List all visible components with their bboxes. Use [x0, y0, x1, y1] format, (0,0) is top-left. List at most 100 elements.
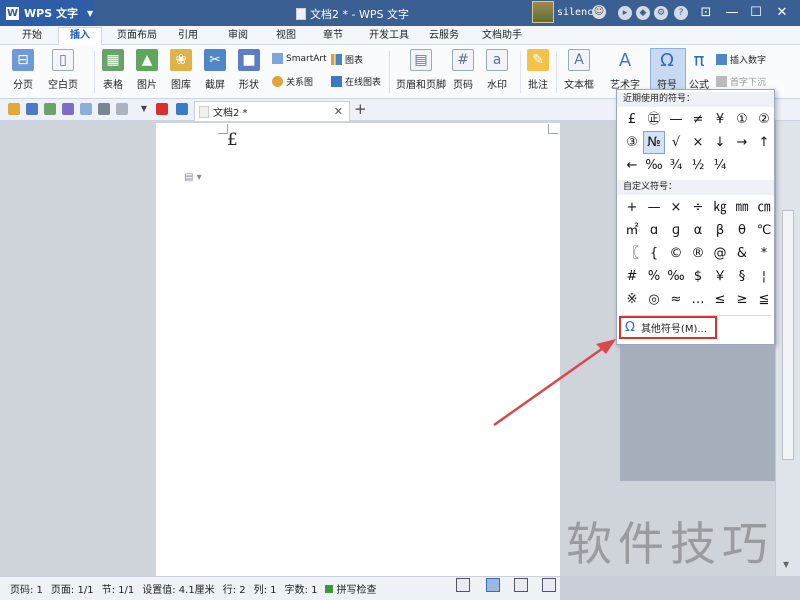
- custom-symbol[interactable]: &: [731, 242, 753, 265]
- fullscreen-view-icon[interactable]: [456, 578, 470, 592]
- recent-symbol[interactable]: №: [643, 131, 665, 154]
- status-column[interactable]: 列: 1: [254, 581, 277, 596]
- custom-symbol[interactable]: β: [709, 219, 731, 242]
- custom-symbol[interactable]: ㎏: [709, 196, 731, 219]
- custom-symbol[interactable]: ㎜: [731, 196, 753, 219]
- paragraph-layout-icon[interactable]: ▤ ▾: [184, 172, 202, 183]
- custom-symbol[interactable]: $: [687, 265, 709, 288]
- custom-symbol[interactable]: ɑ: [643, 219, 665, 242]
- share-icon[interactable]: ◆: [636, 6, 650, 20]
- tab-section[interactable]: 章节: [315, 28, 351, 45]
- table-button[interactable]: ▦ 表格: [102, 49, 124, 91]
- custom-symbol[interactable]: ©: [665, 242, 687, 265]
- symbol-button[interactable]: Ω 符号: [656, 49, 678, 92]
- insert-number-button[interactable]: 插入数字: [716, 53, 766, 66]
- formula-button[interactable]: π 公式: [688, 49, 710, 92]
- screenshot-button[interactable]: ✂ 截屏: [204, 49, 226, 91]
- document-tab[interactable]: 文档2 * ✕: [194, 101, 350, 121]
- custom-symbol[interactable]: ※: [621, 288, 643, 311]
- drop-cap-button[interactable]: 首字下沉: [716, 75, 766, 88]
- maximize-button[interactable]: ☐: [744, 0, 768, 26]
- header-footer-button[interactable]: ▤ 页眉和页脚: [396, 49, 446, 91]
- custom-symbol[interactable]: ≥: [731, 288, 753, 311]
- custom-symbol[interactable]: ɡ: [665, 219, 687, 242]
- recent-symbol[interactable]: ③: [621, 131, 643, 154]
- status-pages[interactable]: 页面: 1/1: [51, 581, 94, 596]
- wps-home-icon[interactable]: [156, 103, 168, 115]
- page-view-icon[interactable]: [486, 578, 500, 592]
- recent-symbol[interactable]: ¼: [709, 154, 731, 177]
- skin-icon[interactable]: ▸: [618, 6, 632, 20]
- recent-symbol[interactable]: ↑: [753, 131, 775, 154]
- recent-symbol[interactable]: ¾: [665, 154, 687, 177]
- status-page-number[interactable]: 页码: 1: [10, 581, 43, 596]
- custom-symbol[interactable]: %: [643, 265, 665, 288]
- redo-icon[interactable]: [116, 103, 128, 115]
- custom-symbol[interactable]: ×: [665, 196, 687, 219]
- custom-symbol[interactable]: ‰: [665, 265, 687, 288]
- custom-symbol[interactable]: ÷: [687, 196, 709, 219]
- text-box-button[interactable]: A 文本框: [564, 49, 594, 91]
- smartart-button[interactable]: SmartArt: [272, 53, 327, 64]
- status-row[interactable]: 行: 2: [223, 581, 246, 596]
- custom-symbol[interactable]: @: [709, 242, 731, 265]
- custom-symbol[interactable]: ≦: [753, 288, 775, 311]
- close-button[interactable]: ✕: [770, 0, 794, 26]
- custom-symbol[interactable]: ≈: [665, 288, 687, 311]
- scroll-down-icon[interactable]: ▼: [783, 560, 789, 569]
- custom-symbol[interactable]: ℃: [753, 219, 775, 242]
- tab-references[interactable]: 引用: [170, 28, 206, 45]
- status-word-count[interactable]: 字数: 1: [285, 581, 318, 596]
- settings-icon[interactable]: ⚙: [654, 6, 668, 20]
- recent-symbol[interactable]: →: [731, 131, 753, 154]
- tab-page-layout[interactable]: 页面布局: [108, 28, 166, 45]
- custom-symbol[interactable]: §: [731, 265, 753, 288]
- print-preview-icon[interactable]: [80, 103, 92, 115]
- recent-symbol[interactable]: ×: [687, 131, 709, 154]
- blank-page-button[interactable]: ▯ 空白页: [48, 49, 78, 91]
- custom-symbol[interactable]: ◎: [643, 288, 665, 311]
- minimize-button[interactable]: —: [720, 0, 744, 26]
- recent-symbol[interactable]: ≠: [687, 108, 709, 131]
- page-break-button[interactable]: ⊟ 分页: [12, 49, 34, 91]
- smile-icon[interactable]: ☺: [592, 5, 606, 19]
- tab-cloud[interactable]: 云服务: [424, 28, 464, 45]
- spell-check-toggle[interactable]: 拼写检查: [325, 581, 376, 596]
- recent-symbol[interactable]: —: [665, 108, 687, 131]
- more-symbols-button[interactable]: Ω 其他符号(M)...: [619, 316, 717, 339]
- custom-symbol[interactable]: ￥: [709, 265, 731, 288]
- recent-symbol[interactable]: √: [665, 131, 687, 154]
- custom-symbol[interactable]: {: [643, 242, 665, 265]
- shapes-button[interactable]: ■ 形状: [238, 49, 260, 91]
- custom-symbol[interactable]: θ: [731, 219, 753, 242]
- recent-symbol[interactable]: ①: [731, 108, 753, 131]
- tab-start[interactable]: 开始: [10, 28, 54, 45]
- tab-view[interactable]: 视图: [268, 28, 304, 45]
- custom-symbol[interactable]: 〖: [621, 242, 643, 265]
- status-position[interactable]: 设置值: 4.1厘米: [142, 581, 214, 596]
- close-tab-icon[interactable]: ✕: [334, 105, 343, 118]
- custom-symbol[interactable]: *: [753, 242, 775, 265]
- custom-symbol[interactable]: ㎝: [753, 196, 775, 219]
- recent-symbol[interactable]: ½: [687, 154, 709, 177]
- custom-symbol[interactable]: ®: [687, 242, 709, 265]
- custom-symbol[interactable]: #: [621, 265, 643, 288]
- save-icon[interactable]: [26, 103, 38, 115]
- undo-icon[interactable]: [98, 103, 110, 115]
- restore-ribbon-icon[interactable]: ⊡: [694, 0, 718, 26]
- recent-symbol[interactable]: ←: [621, 154, 643, 177]
- status-section[interactable]: 节: 1/1: [102, 581, 135, 596]
- recent-symbol[interactable]: ‰: [643, 154, 665, 177]
- custom-symbol[interactable]: α: [687, 219, 709, 242]
- comment-button[interactable]: ✎ 批注: [527, 49, 549, 91]
- tab-insert[interactable]: 插入: [58, 27, 102, 46]
- customize-chevron-icon[interactable]: ▼: [138, 103, 150, 115]
- custom-symbol[interactable]: ㎡: [621, 219, 643, 242]
- page-number-button[interactable]: # 页码: [452, 49, 474, 91]
- avatar[interactable]: [532, 1, 554, 23]
- document-page[interactable]: [156, 123, 560, 576]
- watermark-button[interactable]: a 水印: [486, 49, 508, 91]
- tab-doc-assistant[interactable]: 文档助手: [476, 28, 528, 45]
- picture-button[interactable]: ▲ 图片: [136, 49, 158, 91]
- tab-review[interactable]: 审阅: [220, 28, 256, 45]
